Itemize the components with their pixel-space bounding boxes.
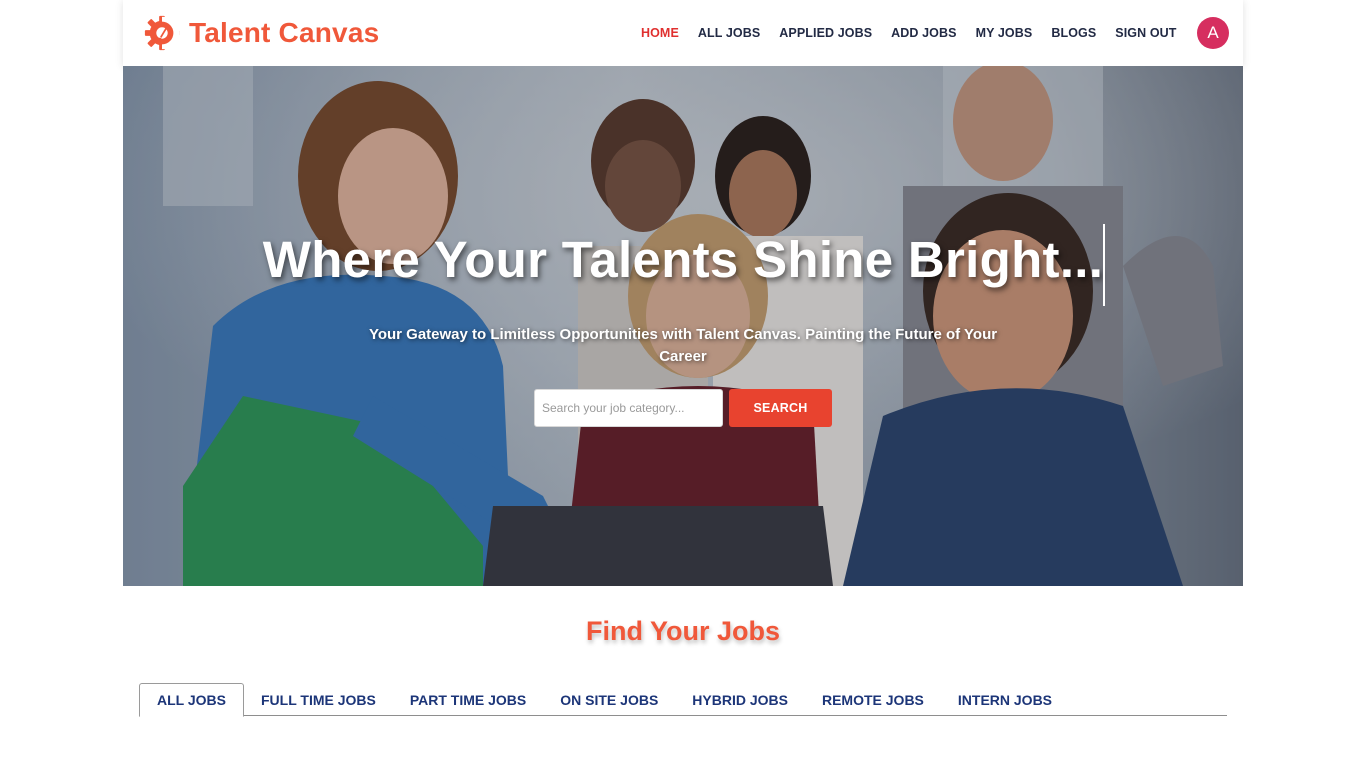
nav-blogs[interactable]: BLOGS [1042, 26, 1106, 40]
tab-remote-jobs[interactable]: REMOTE JOBS [805, 683, 941, 716]
avatar[interactable]: A [1197, 17, 1229, 49]
tab-intern-jobs[interactable]: INTERN JOBS [941, 683, 1069, 716]
search-button[interactable]: SEARCH [729, 389, 832, 427]
tab-part-time-jobs[interactable]: PART TIME JOBS [393, 683, 543, 716]
nav-sign-out[interactable]: SIGN OUT [1106, 26, 1186, 40]
tab-full-time-jobs[interactable]: FULL TIME JOBS [244, 683, 393, 716]
section-title: Find Your Jobs [585, 616, 780, 646]
nav-all-jobs[interactable]: ALL JOBS [688, 26, 769, 40]
hero-content: Where Your Talents Shine Bright... Your … [123, 66, 1243, 586]
tab-on-site-jobs[interactable]: ON SITE JOBS [543, 683, 675, 716]
typing-caret [1103, 224, 1105, 306]
hero-title: Where Your Talents Shine Bright... [262, 231, 1104, 288]
gear-brush-logo-icon [144, 15, 180, 51]
search-bar: SEARCH [534, 389, 832, 427]
navbar: Talent Canvas HOME ALL JOBS APPLIED JOBS… [123, 0, 1243, 66]
hero-subtitle: Your Gateway to Limitless Opportunities … [368, 326, 998, 365]
nav-links: HOME ALL JOBS APPLIED JOBS ADD JOBS MY J… [631, 17, 1229, 49]
tab-all-jobs[interactable]: ALL JOBS [139, 683, 244, 717]
nav-home[interactable]: HOME [631, 26, 688, 40]
brand-link[interactable]: Talent Canvas [143, 14, 379, 52]
job-type-tabs: ALL JOBS FULL TIME JOBS PART TIME JOBS O… [139, 683, 1227, 717]
nav-my-jobs[interactable]: MY JOBS [966, 26, 1042, 40]
search-input[interactable] [534, 389, 723, 427]
tab-hybrid-jobs[interactable]: HYBRID JOBS [675, 683, 805, 716]
brand-name: Talent Canvas [189, 17, 380, 48]
hero-banner: Where Your Talents Shine Bright... Your … [123, 66, 1243, 586]
nav-applied-jobs[interactable]: APPLIED JOBS [770, 26, 882, 40]
nav-add-jobs[interactable]: ADD JOBS [882, 26, 966, 40]
